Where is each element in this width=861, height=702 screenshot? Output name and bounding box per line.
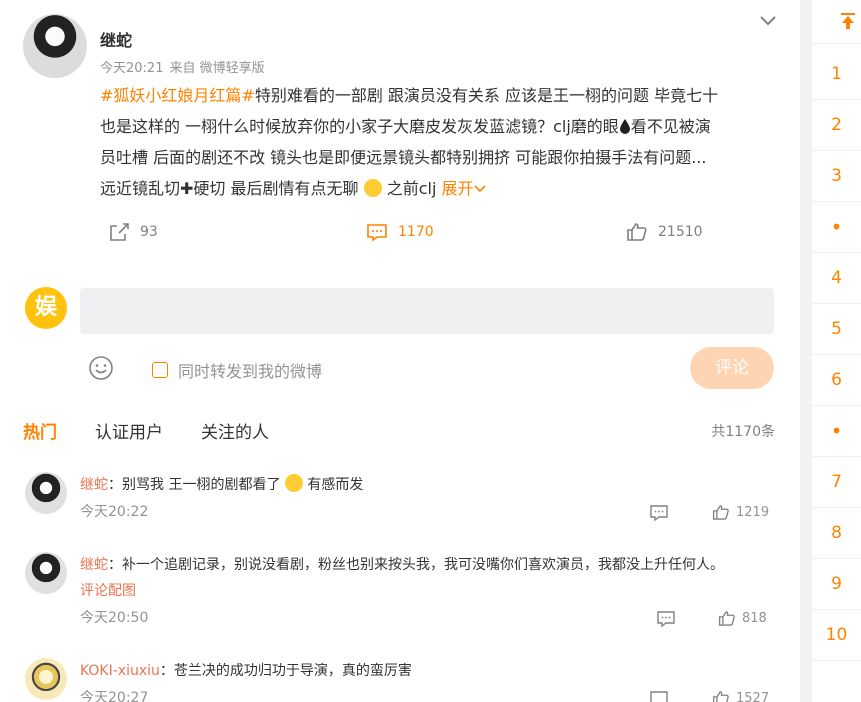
comment-like-count: 1219 — [736, 505, 770, 520]
commenter-avatar[interactable] — [25, 472, 67, 514]
comment-icon — [367, 224, 387, 242]
comment-text-after: 有感而发 — [302, 477, 364, 493]
rail-item[interactable]: • — [812, 202, 861, 253]
rail-item[interactable]: • — [812, 406, 861, 457]
post-text: #狐妖小红娘月红篇#特别难看的一部剧 跟演员没有关系 应该是王一栩的问题 毕竟七… — [100, 80, 772, 204]
comment-like-count: 1527 — [736, 691, 770, 702]
comment-text: ：苍兰决的成功归功于导演，真的蛮厉害 — [159, 663, 412, 679]
comment-total: 共1170条 — [711, 424, 775, 440]
repost-count: 93 — [140, 224, 158, 240]
like-count: 21510 — [658, 224, 703, 240]
post-meta: 今天20:21 来自 微博轻享版 — [100, 57, 265, 76]
rail-item[interactable]: 1 — [812, 49, 861, 100]
post-text-line4: 远近镜乱切 — [100, 179, 181, 198]
post-text-line2b: 看不见被演 — [630, 117, 711, 136]
comment-like-button[interactable]: 1527 — [712, 690, 769, 702]
tab-following[interactable]: 关注的人 — [201, 418, 269, 443]
post-source: 来自 微博轻享版 — [169, 61, 265, 76]
rail-item[interactable]: 9 — [812, 559, 861, 610]
rail-item[interactable]: 10 — [812, 610, 861, 661]
plus-icon: ✚ — [180, 179, 194, 198]
repost-button[interactable]: 93 — [108, 222, 158, 242]
rail-item[interactable]: 6 — [812, 355, 861, 406]
comment-input[interactable] — [80, 288, 774, 334]
expand-link[interactable]: 展开 — [442, 179, 486, 198]
comment-text: ：别骂我 王一栩的剧都看了 — [108, 477, 281, 493]
share-icon — [110, 223, 129, 241]
back-to-top-button[interactable] — [812, 0, 861, 44]
reply-icon[interactable] — [649, 690, 669, 702]
rail-item[interactable]: 2 — [812, 100, 861, 151]
post-text-line3: 员吐槽 后面的剧还不改 镜头也是即便远景镜头都特别拥挤 可能跟你拍摄手法有问题.… — [100, 148, 707, 167]
post-time[interactable]: 今天20:21 — [100, 61, 163, 76]
comment-like-count: 818 — [742, 611, 767, 626]
post-author-name[interactable]: 继蛇 — [100, 27, 132, 51]
comment-time: 今天20:22 — [80, 504, 149, 520]
comment-image-link[interactable]: 评论配图 — [80, 580, 136, 600]
comment-like-button[interactable]: 1219 — [712, 504, 769, 521]
commenter-avatar[interactable] — [25, 552, 67, 594]
shrug-emoji-icon — [363, 179, 382, 197]
comment-content: KOKI-xiuxiu：苍兰决的成功归功于导演，真的蛮厉害 — [80, 660, 412, 680]
rail-item[interactable]: 3 — [812, 151, 861, 202]
comment-time: 今天20:50 — [80, 610, 149, 626]
comment-username[interactable]: 继蛇 — [80, 557, 108, 573]
author-avatar[interactable] — [23, 14, 87, 78]
thumbs-up-icon — [627, 223, 647, 241]
comment-button[interactable]: 1170 — [366, 222, 434, 242]
post-text-line4c: 之前clj — [386, 179, 437, 198]
post-text-line2: 也是这样的 一栩什么时候放弃你的小家子大磨皮发灰发蓝滤镜？clj磨的眼 — [100, 117, 619, 136]
forward-option[interactable]: 同时转发到我的微博 — [152, 358, 322, 382]
rail-item[interactable]: 4 — [812, 253, 861, 304]
comment-tabs: 热门 认证用户 关注的人 — [23, 418, 307, 443]
current-user-avatar[interactable]: 娱 — [25, 287, 67, 329]
chevron-down-icon[interactable] — [758, 10, 778, 30]
reply-icon[interactable] — [649, 504, 669, 522]
comment-time: 今天20:27 — [80, 690, 149, 702]
comment-like-button[interactable]: 818 — [718, 610, 767, 627]
post-text-line4b: 硬切 最后剧情有点无聊 — [193, 179, 359, 198]
shrug-emoji-icon — [284, 474, 303, 492]
submit-comment-button[interactable]: 评论 — [690, 347, 774, 389]
page: 继蛇 今天20:21 来自 微博轻享版 #狐妖小红娘月红篇#特别难看的一部剧 跟演… — [0, 0, 861, 702]
tab-hot[interactable]: 热门 — [23, 418, 57, 443]
rail-item[interactable]: 8 — [812, 508, 861, 559]
right-rail: 1 2 3 • 4 5 6 • 7 8 9 10 — [812, 0, 861, 702]
post-text-line1: 特别难看的一部剧 跟演员没有关系 应该是王一栩的问题 毕竟七十 — [254, 86, 719, 105]
drop-icon — [619, 119, 630, 134]
comment-username[interactable]: 继蛇 — [80, 477, 108, 493]
rail-item[interactable]: 7 — [812, 457, 861, 508]
comment-content: 继蛇：补一个追剧记录，别说没看剧，粉丝也别来按头我，我可没嘴你们喜欢演员，我都没… — [80, 554, 724, 574]
expand-label: 展开 — [441, 179, 474, 198]
comment-count: 1170 — [398, 224, 434, 240]
forward-checkbox[interactable] — [152, 362, 168, 378]
avatar-glyph: 娱 — [34, 295, 57, 320]
arrow-up-icon — [841, 13, 855, 29]
forward-label: 同时转发到我的微博 — [178, 362, 323, 381]
feed-main: 继蛇 今天20:21 来自 微博轻享版 #狐妖小红娘月红篇#特别难看的一部剧 跟演… — [0, 0, 800, 702]
hashtag-link[interactable]: #狐妖小红娘月红篇# — [100, 86, 255, 105]
thumbs-up-icon — [712, 691, 729, 702]
thumbs-up-icon — [718, 611, 735, 626]
column-gutter — [800, 0, 812, 702]
chevron-down-icon — [473, 185, 486, 193]
like-button[interactable]: 21510 — [626, 222, 703, 242]
comment-content: 继蛇：别骂我 王一栩的剧都看了 有感而发 — [80, 474, 363, 494]
comment-username[interactable]: KOKI-xiuxiu — [80, 663, 160, 679]
reply-icon[interactable] — [656, 610, 676, 628]
thumbs-up-icon — [712, 505, 729, 520]
rail-item[interactable]: 5 — [812, 304, 861, 355]
smiley-icon[interactable] — [88, 355, 114, 381]
tab-verified[interactable]: 认证用户 — [95, 418, 163, 443]
comment-text: ：补一个追剧记录，别说没看剧，粉丝也别来按头我，我可没嘴你们喜欢演员，我都没上升… — [108, 557, 724, 573]
commenter-avatar[interactable] — [25, 658, 67, 700]
